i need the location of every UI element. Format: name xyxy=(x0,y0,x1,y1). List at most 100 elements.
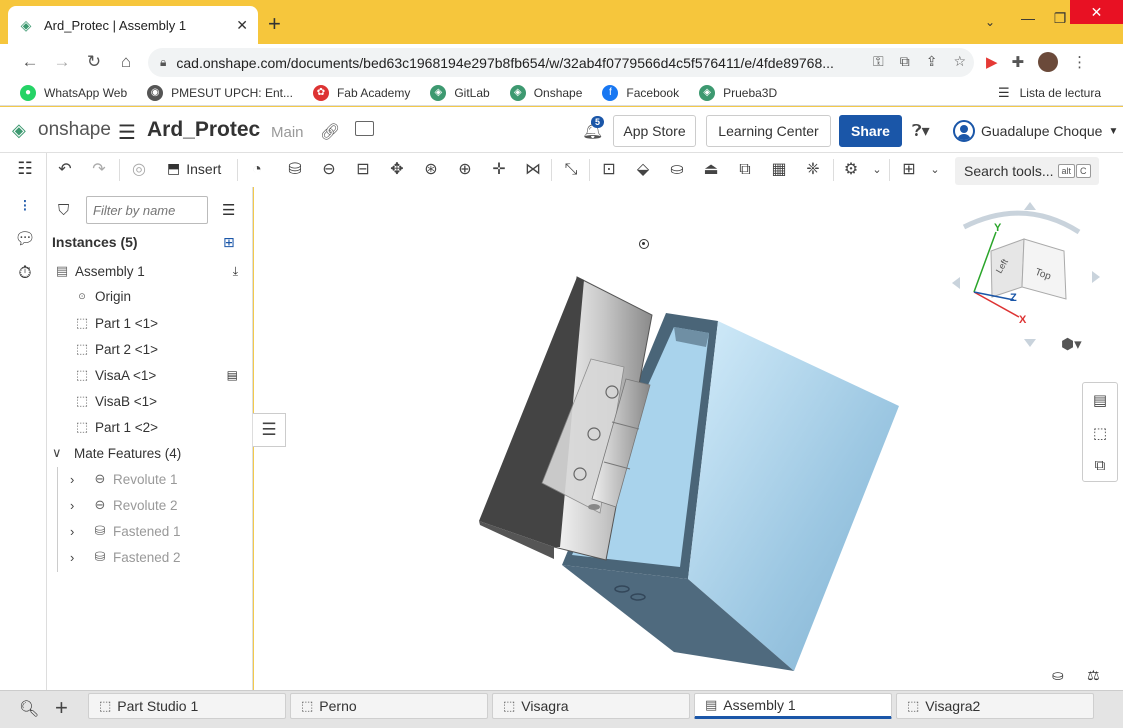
extensions-puzzle-icon[interactable]: ✚ xyxy=(1012,53,1025,71)
explode-icon[interactable]: ❈ xyxy=(801,159,825,181)
notifications-bell-icon[interactable]: 🔔︎ 5 xyxy=(582,116,605,141)
home-icon[interactable]: ⌂ xyxy=(116,52,136,72)
close-window-button[interactable]: ✕ xyxy=(1070,0,1123,24)
list-view-icon[interactable]: ☰ xyxy=(222,201,235,219)
insert-button[interactable]: ⬒ Insert xyxy=(167,160,221,177)
relation-icon[interactable]: ⛀ xyxy=(665,159,689,181)
help-icon[interactable]: ❓︎▾ xyxy=(912,121,930,141)
document-menu-icon[interactable]: ☰ xyxy=(118,120,136,145)
share-page-icon[interactable]: ⇪ xyxy=(926,53,938,70)
update-icon[interactable]: ◎ xyxy=(127,159,151,181)
tab-assembly-1[interactable]: ▤ Assembly 1 xyxy=(694,693,892,719)
back-icon[interactable]: ← xyxy=(20,52,40,72)
assembly-tree-icon[interactable]: ⧉ xyxy=(1083,449,1117,482)
measure-tools-icon[interactable]: ⚖ xyxy=(1087,667,1100,684)
measure-icon[interactable]: ⊞ xyxy=(897,159,921,181)
search-tabs-icon[interactable]: 🔍︎ xyxy=(19,699,39,719)
slider-mate-icon[interactable]: ⊟ xyxy=(351,159,375,181)
search-tools-button[interactable]: Search tools... alt C xyxy=(955,157,1099,185)
bookmark-gitlab[interactable]: ◈ GitLab xyxy=(430,84,490,101)
document-name[interactable]: Ard_Protec xyxy=(147,118,260,142)
tangent-mate-icon[interactable]: ⤡ xyxy=(559,159,583,181)
app-store-button[interactable]: App Store xyxy=(613,115,696,147)
cylindrical-mate-icon[interactable]: ⊛ xyxy=(419,159,443,181)
filter-by-name-input[interactable] xyxy=(86,196,208,224)
mate-features-header[interactable]: ∨ Mate Features (4) xyxy=(52,445,181,461)
tab-perno[interactable]: ⬚ Perno xyxy=(290,693,488,719)
onshape-logo[interactable]: ◈ onshape xyxy=(12,119,111,141)
fixed-icon[interactable]: ▤ xyxy=(227,368,238,382)
fastened-mate-icon[interactable]: ⛁ xyxy=(283,159,307,181)
ball-mate-icon[interactable]: ✛ xyxy=(487,159,511,181)
rotate-up-icon[interactable] xyxy=(1024,202,1036,210)
bookmark-pmesut[interactable]: ◉ PMESUT UPCH: Ent... xyxy=(147,84,293,101)
extension-flag-icon[interactable]: ▶ xyxy=(986,53,998,71)
comments-icon[interactable]: 💬︎ xyxy=(14,229,36,251)
chevron-down-icon[interactable]: ⌄ xyxy=(923,159,947,181)
rotate-down-icon[interactable] xyxy=(1024,339,1036,347)
planar-mate-icon[interactable]: ✥ xyxy=(385,159,409,181)
list-item[interactable]: › ⛁ Fastened 1 xyxy=(70,523,181,539)
new-tab-button[interactable]: + xyxy=(268,13,281,35)
maximize-button[interactable]: ❐ xyxy=(1050,4,1070,32)
user-menu[interactable]: Guadalupe Choque ▼ xyxy=(953,120,1118,142)
link-icon[interactable]: 🔗︎ xyxy=(320,122,340,142)
reload-icon[interactable]: ↻ xyxy=(84,52,104,72)
rotate-left-icon[interactable] xyxy=(952,277,960,289)
forward-icon[interactable]: → xyxy=(52,52,72,72)
list-item[interactable]: ⬚ Part 1 <2> xyxy=(74,419,158,435)
list-item[interactable]: ⊙ Origin xyxy=(74,289,131,304)
bookmark-facebook[interactable]: f Facebook xyxy=(602,84,679,101)
add-folder-icon[interactable]: ⊞ xyxy=(223,234,235,251)
list-item[interactable]: › ⊖ Revolute 1 xyxy=(70,471,178,487)
minimize-button[interactable]: — xyxy=(1008,4,1048,32)
tab-part-studio-1[interactable]: ⬚ Part Studio 1 xyxy=(88,693,286,719)
reading-list-button[interactable]: ☰ Lista de lectura xyxy=(998,85,1101,101)
share-button[interactable]: Share xyxy=(839,115,902,147)
browser-tab[interactable]: ◈ Ard_Protec | Assembly 1 ✕ xyxy=(8,6,258,44)
assembly-model[interactable]: Left Top Y X Z xyxy=(254,187,1123,690)
list-item[interactable]: ⬚ VisaA <1> xyxy=(74,367,156,383)
translate-icon[interactable]: ⧉ xyxy=(900,53,910,70)
list-item[interactable]: › ⛁ Fastened 2 xyxy=(70,549,181,565)
mate-connector-icon[interactable]: ⊡ xyxy=(597,159,621,181)
bookmark-star-icon[interactable]: ☆ xyxy=(953,53,966,70)
chevron-down-icon[interactable]: ⌄ xyxy=(865,159,889,181)
bookmark-fab-academy[interactable]: ✿ Fab Academy xyxy=(312,84,410,101)
tab-visagra[interactable]: ⬚ Visagra xyxy=(492,693,690,719)
list-item[interactable]: ⬚ Part 1 <1> xyxy=(74,315,158,331)
download-icon[interactable]: ⤓ xyxy=(233,264,238,279)
settings-gear-icon[interactable]: ⚙ xyxy=(839,159,863,181)
bookmark-whatsapp[interactable]: ● WhatsApp Web xyxy=(20,84,127,101)
history-icon[interactable]: ⏱︎ xyxy=(14,263,36,285)
gear-relation-icon[interactable]: ⏏ xyxy=(699,159,723,181)
list-item[interactable]: ▤ Assembly 1 xyxy=(54,263,145,279)
tab-visagra2[interactable]: ⬚ Visagra2 xyxy=(896,693,1094,719)
revolute-mate-icon[interactable]: ⊖ xyxy=(317,159,341,181)
url-field[interactable]: 🔒︎ cad.onshape.com/documents/bed63c19681… xyxy=(148,48,974,77)
view-cube[interactable]: Left Top Y X Z xyxy=(952,202,1100,347)
browser-menu-icon[interactable]: ⋮ xyxy=(1072,53,1087,71)
rack-pinion-icon[interactable]: ⧉ xyxy=(733,159,757,181)
key-icon[interactable]: ⚿ xyxy=(873,53,884,70)
view-tools-icon[interactable]: ⛀ xyxy=(1052,667,1064,684)
bill-of-materials-icon[interactable]: ▤ xyxy=(1083,383,1117,416)
group-icon[interactable]: ⬙ xyxy=(631,159,655,181)
parallel-mate-icon[interactable]: ⋈ xyxy=(521,159,545,181)
learning-center-button[interactable]: Learning Center xyxy=(706,115,831,147)
profile-avatar[interactable] xyxy=(1038,52,1059,72)
list-item[interactable]: ⬚ VisaB <1> xyxy=(74,393,157,409)
redo-icon[interactable]: ↷ xyxy=(87,159,111,181)
close-tab-icon[interactable]: ✕ xyxy=(236,17,248,34)
insert-mate-icon[interactable]: ⁝ xyxy=(14,196,36,218)
list-item[interactable]: › ⊖ Revolute 2 xyxy=(70,497,178,513)
rotate-right-icon[interactable] xyxy=(1092,271,1100,283)
instance-list-icon[interactable]: ☷ xyxy=(14,159,36,181)
tab-search-icon[interactable]: ⌄ xyxy=(985,15,995,29)
appearance-icon[interactable]: ⬚ xyxy=(1083,416,1117,449)
undo-icon[interactable]: ↶ xyxy=(53,159,77,181)
linear-pattern-icon[interactable]: ▦ xyxy=(767,159,791,181)
view-options-dropdown[interactable]: ⬢▾ xyxy=(1061,335,1082,353)
replicate-icon[interactable]: ◔ xyxy=(245,159,269,181)
filter-icon[interactable]: ⛉ xyxy=(58,202,69,219)
